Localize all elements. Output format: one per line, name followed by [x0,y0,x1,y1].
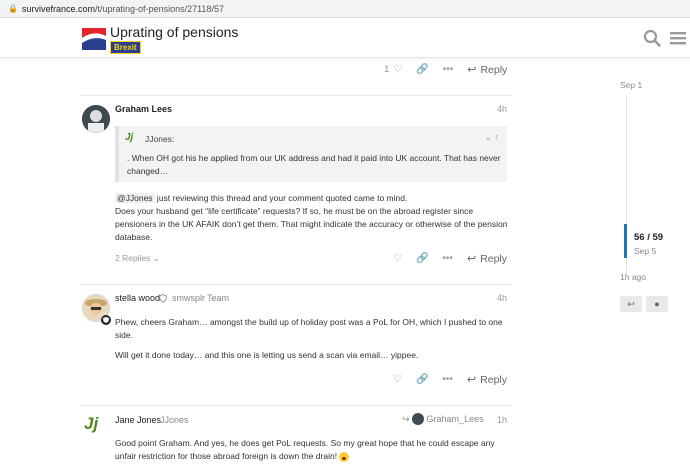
timeline-current-date: Sep 5 [634,246,657,256]
lock-icon: 🔒 [8,3,18,13]
quote-block: Jj JJones: ⌄ ↑ . When OH got his he appl… [115,126,507,182]
reply-to-avatar [411,413,424,425]
link-icon[interactable]: 🔗 [416,374,428,385]
shield-icon [101,315,111,325]
site-header: Uprating of pensions Brexit [0,18,690,58]
post-age[interactable]: 4h [497,293,507,303]
reply-to-tab[interactable]: ↪ Graham_Lees [402,413,484,425]
quote-author: JJones: [145,134,175,144]
more-icon[interactable]: ••• [442,253,453,264]
reply-arrow-icon: ↩ [466,253,477,265]
address-bar[interactable]: 🔒 survivefrance.com/t/uprating-of-pensio… [0,0,690,18]
reply-arrow-icon: ↩ [467,64,477,76]
post-divider [80,95,512,96]
disappointed-emoji-icon [339,451,350,462]
author-name[interactable]: stella wood [115,293,160,303]
more-icon[interactable]: ••• [443,64,454,75]
reply-to-arrow-icon: ↪ [402,413,410,424]
shield-icon [159,294,167,303]
heart-icon[interactable]: ♡ [393,253,402,264]
reply-arrow-icon: ↩ [466,374,477,386]
reply-button[interactable]: ↩ Reply [466,252,507,266]
timeline-post-count: 56 / 59 [634,232,664,243]
more-icon[interactable]: ••• [442,374,453,385]
post-paragraph: Phew, cheers Graham… amongst the build u… [115,317,503,340]
post-actions: ♡ 🔗 ••• ↩ Reply [393,252,507,266]
post-actions: ♡ 🔗 ••• ↩ Reply [393,373,507,387]
author-username[interactable]: JJones [160,415,189,425]
category-badge[interactable]: Brexit [110,41,141,54]
author-name[interactable]: Graham Lees [115,104,172,114]
reply-button[interactable]: ↩ Reply [466,373,507,387]
notification-level-icon[interactable]: ● [646,296,668,312]
topic-title[interactable]: Uprating of pensions [110,24,238,40]
quote-toggle-icon[interactable]: ⌄ ↑ [484,132,499,143]
post-body: Good point Graham. And yes, he does get … [115,438,495,462]
post-body: Phew, cheers Graham… amongst the build u… [115,316,510,362]
post-divider [80,405,512,406]
quote-text: . When OH got his he applied from our UK… [127,153,501,176]
url-host: survivefrance.com [22,3,96,14]
avatar[interactable] [82,105,110,133]
timeline-start-date[interactable]: Sep 1 [620,80,642,90]
post-age[interactable]: 1h [497,415,507,425]
search-icon[interactable] [643,29,661,47]
hamburger-menu-icon[interactable] [669,29,687,47]
timeline-scroller-handle[interactable] [624,224,627,258]
replies-toggle[interactable]: 2 Replies ⌄ [115,253,160,264]
mention-link[interactable]: @JJones [115,193,155,203]
post-body: @JJones just reviewing this thread and y… [115,193,508,242]
author-name[interactable]: Jane Jones [115,415,161,425]
link-icon[interactable]: 🔗 [416,64,428,75]
reply-arrow-icon[interactable]: ↩ [620,296,642,312]
url-path: /t/uprating-of-pensions/27118/57 [95,3,224,14]
reply-button[interactable]: ↩ Reply [467,63,507,77]
topic-timeline: Sep 1 56 / 59 Sep 5 1h ago ↩ ● [616,76,690,326]
timeline-last-activity[interactable]: 1h ago [620,272,646,282]
author-username[interactable]: smwsplr [172,293,205,303]
heart-icon[interactable]: ♡ [393,64,402,75]
site-logo[interactable] [82,28,106,50]
quote-avatar: Jj [125,132,134,143]
user-title: Team [207,293,230,303]
post-actions: 1 ♡ 🔗 ••• ↩ Reply [384,63,507,77]
post-age[interactable]: 4h [497,104,507,114]
link-icon[interactable]: 🔗 [416,253,428,264]
like-count: 1 [384,64,390,75]
avatar[interactable]: Jj [84,414,98,434]
post-divider [80,284,512,285]
post-paragraph: Will get it done today… and this one is … [115,350,419,360]
heart-icon[interactable]: ♡ [393,374,402,385]
